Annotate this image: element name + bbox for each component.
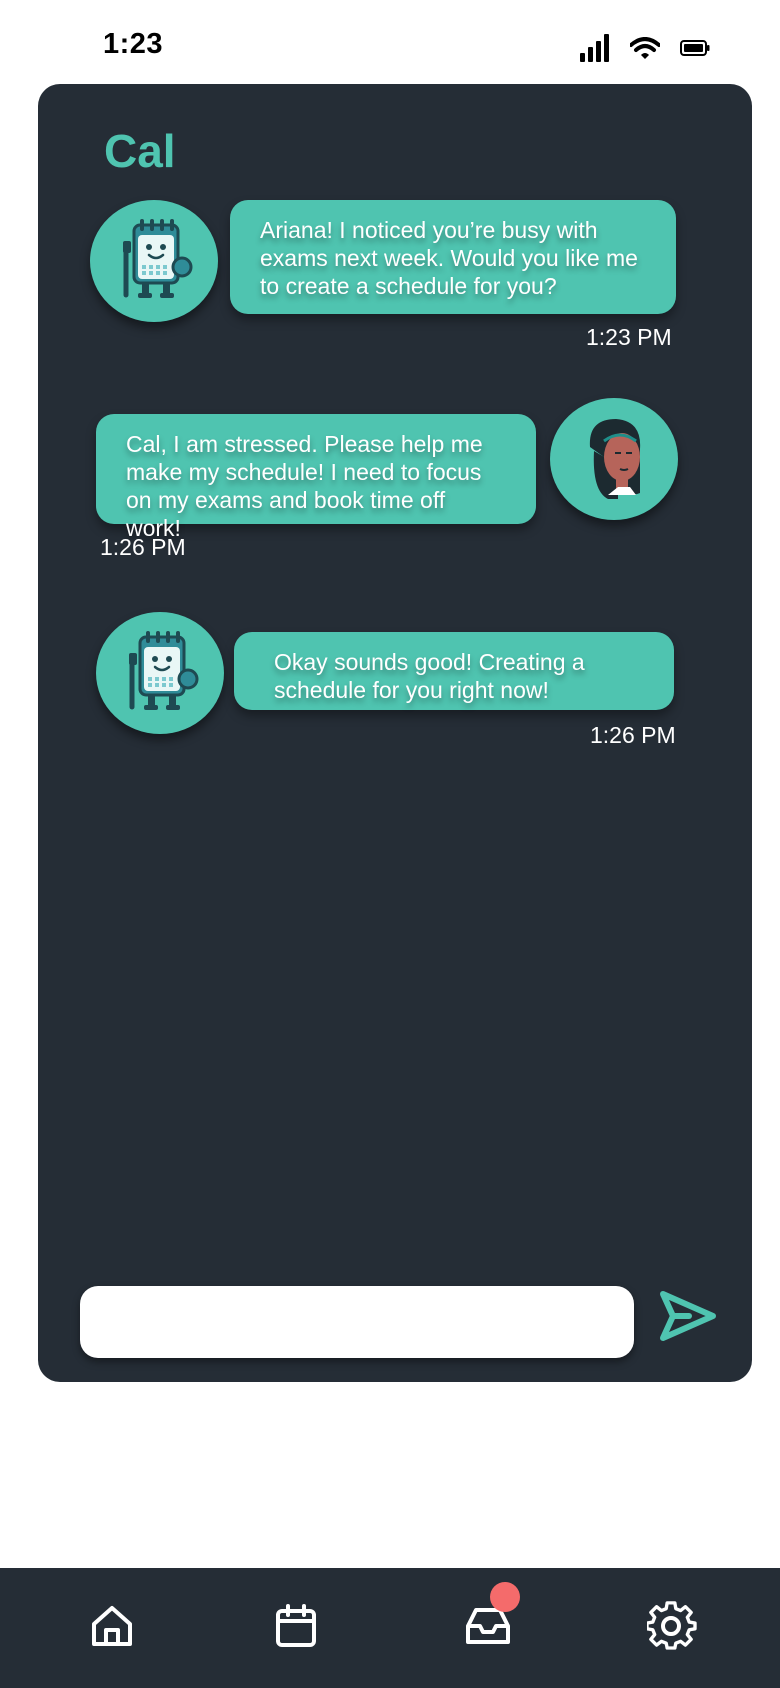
nav-home[interactable] [82,1598,142,1658]
message-text: Ariana! I noticed you’re busy with exams… [260,217,638,299]
bottom-nav [0,1568,780,1688]
nav-calendar[interactable] [266,1598,326,1658]
message-bubble-cal-1: Ariana! I noticed you’re busy with exams… [230,200,676,314]
message-bubble-cal-2: Okay sounds good! Creating a schedule fo… [234,632,674,710]
nav-settings[interactable] [642,1598,702,1658]
nav-inbox[interactable] [458,1582,520,1658]
cal-avatar [90,200,218,322]
calendar-robot-icon [112,623,208,724]
cal-avatar [96,612,224,734]
chat-title: Cal [104,125,176,177]
message-bubble-user-1: Cal, I am stressed. Please help me make … [96,414,536,541]
home-icon [88,1602,136,1655]
message-timestamp: 1:26 PM [100,534,186,560]
battery-icon [680,40,710,56]
message-timestamp: 1:26 PM [590,722,676,748]
message-text: Cal, I am stressed. Please help me make … [126,431,483,541]
notification-badge [490,1582,520,1612]
message-input[interactable] [80,1286,634,1358]
gear-icon [645,1600,697,1656]
message-timestamp: 1:23 PM [586,324,672,350]
calendar-robot-icon [106,211,202,312]
status-bar: 1:23 [0,0,780,90]
status-icons [580,34,710,62]
cellular-signal-icon [580,34,610,62]
user-woman-icon [564,407,664,512]
status-time: 1:23 [103,28,164,60]
wifi-icon [630,37,660,59]
user-avatar [550,398,678,520]
calendar-icon [272,1602,320,1655]
message-text: Okay sounds good! Creating a schedule fo… [274,649,585,703]
send-icon [659,1290,717,1347]
send-button[interactable] [658,1288,718,1348]
chat-panel: Cal Ariana! I noticed you’re busy with e… [38,84,752,1382]
